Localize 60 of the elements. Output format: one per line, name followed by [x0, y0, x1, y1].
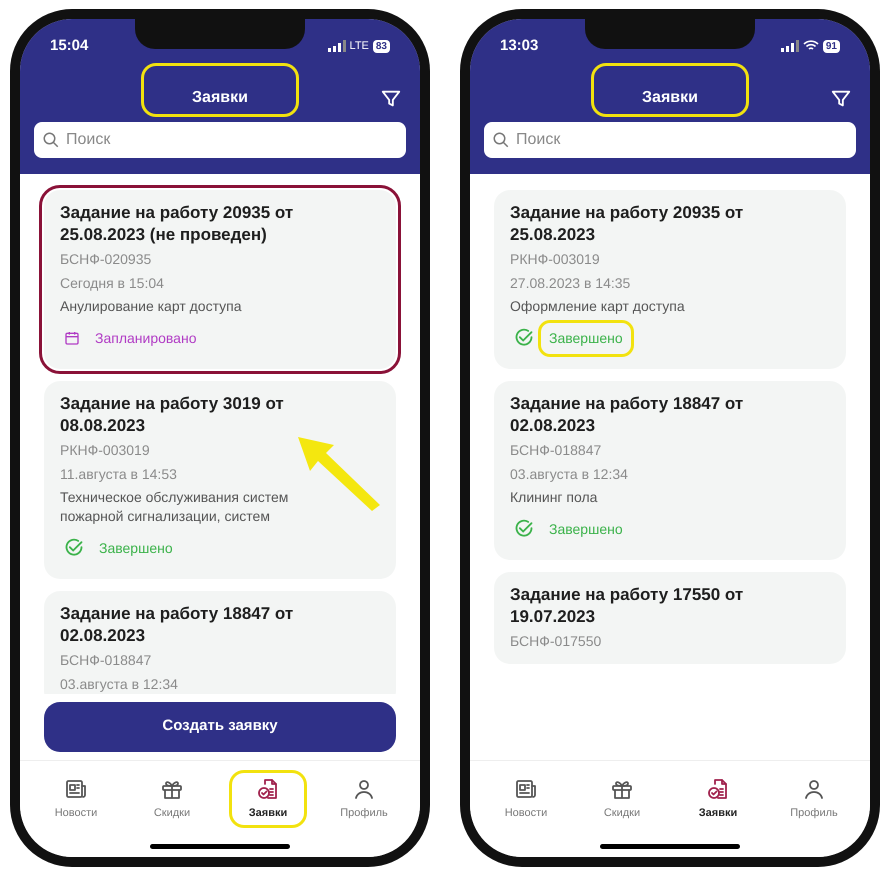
battery-level: 83 — [372, 40, 390, 53]
request-date: 27.08.2023 в 14:35 — [510, 274, 632, 292]
request-date: 03.августа в 12:34 — [60, 674, 179, 694]
screen-title: Заявки — [594, 66, 746, 114]
request-code: БСНФ-018847 — [60, 650, 152, 670]
request-description: Оформление карт доступа — [510, 296, 686, 316]
request-title: Задание на работу 18847 от 02.08.2023 — [510, 392, 744, 436]
nav-tab[interactable]: Заявки — [232, 772, 304, 825]
request-title: Задание на работу 3019 от 08.08.2023 — [60, 392, 285, 436]
status-text: Запланировано — [94, 328, 198, 348]
request-card[interactable]: Задание на работу 18847 от 02.08.2023 БСНФ-018847 03.августа в 12:34 — [44, 590, 396, 694]
request-card[interactable]: Задание на работу 3019 от 08.08.2023 РКНФ-003019 11.августа в 14:53 Техническое обслуживания систем пожарной сигнализации, систем Завершено — [44, 380, 396, 578]
network-type: LTE — [350, 39, 369, 54]
request-date: 11.августа в 14:53 — [60, 464, 178, 484]
request-card[interactable]: Задание на работу 20935 от 25.08.2023 РКНФ-003019 27.08.2023 в 14:35 Оформление карт доступа Завершено — [494, 190, 846, 368]
search-icon — [492, 130, 510, 148]
battery-level: 91 — [822, 40, 840, 53]
request-title: Задание на работу 17550 от 19.07.2023 — [510, 584, 744, 628]
request-title: Задание на работу 20935 от 25.08.2023 — [510, 202, 744, 246]
request-description: Анулирование карт доступа — [60, 296, 243, 316]
request-code: БСНФ-020935 — [60, 250, 152, 268]
nav-tab[interactable]: Заявки — [682, 772, 754, 825]
request-description: Техническое обслуживания систем пожарной сигнализации, систем — [60, 488, 290, 526]
status-text: Завершено — [548, 520, 624, 539]
request-date: Сегодня в 15:04 — [60, 274, 165, 293]
document-check-icon — [706, 776, 730, 800]
wifi-icon — [802, 40, 819, 52]
check-circle-icon — [64, 538, 84, 558]
request-card[interactable]: Задание на работу 17550 от 19.07.2023 БСНФ-017550 — [494, 572, 846, 664]
request-title: Задание на работу 18847 от 02.08.2023 — [60, 602, 294, 646]
request-code: БСНФ-018847 — [510, 440, 602, 460]
check-circle-icon — [514, 519, 534, 539]
request-card[interactable]: Задание на работу 20935 от 25.08.2023 (не проведен) БСНФ-020935 Сегодня в 15:04 Анулирование карт доступа Запланировано — [44, 190, 396, 368]
status-text: Завершено — [98, 538, 174, 558]
request-code: РКНФ-003019 — [60, 440, 151, 460]
document-check-icon — [256, 776, 280, 800]
nav-tab[interactable]: Профиль — [778, 772, 850, 825]
request-card[interactable]: Задание на работу 18847 от 02.08.2023 БСНФ-018847 03.августа в 12:34 Клининг пола Завершено — [494, 380, 846, 560]
request-title: Задание на работу 20935 от 25.08.2023 (не проведен) — [60, 202, 294, 246]
nav-tab[interactable]: Новости — [490, 772, 562, 825]
status-time: 13:03 — [500, 36, 538, 56]
nav-tab[interactable]: Скидки — [136, 772, 208, 825]
signal-icon — [328, 40, 346, 52]
signal-icon — [780, 40, 799, 52]
status-time: 15:04 — [50, 36, 88, 56]
calendar-icon — [64, 330, 80, 346]
create-request-button[interactable]: Создать заявку — [44, 702, 396, 752]
nav-tab[interactable]: Скидки — [586, 772, 658, 825]
check-circle-icon — [514, 328, 534, 348]
request-code: РКНФ-003019 — [510, 250, 601, 268]
request-date: 03.августа в 12:34 — [510, 464, 629, 484]
nav-tab[interactable]: Профиль — [328, 772, 400, 825]
search-field[interactable]: Поиск — [34, 122, 406, 158]
nav-tab[interactable]: Новости — [40, 772, 112, 825]
request-code: БСНФ-017550 — [510, 632, 602, 650]
search-icon — [42, 130, 60, 148]
search-field[interactable]: Поиск — [484, 122, 856, 158]
screen-title: Заявки — [144, 66, 296, 114]
request-description: Клининг пола — [510, 488, 598, 506]
status-text: Завершено — [538, 320, 634, 356]
